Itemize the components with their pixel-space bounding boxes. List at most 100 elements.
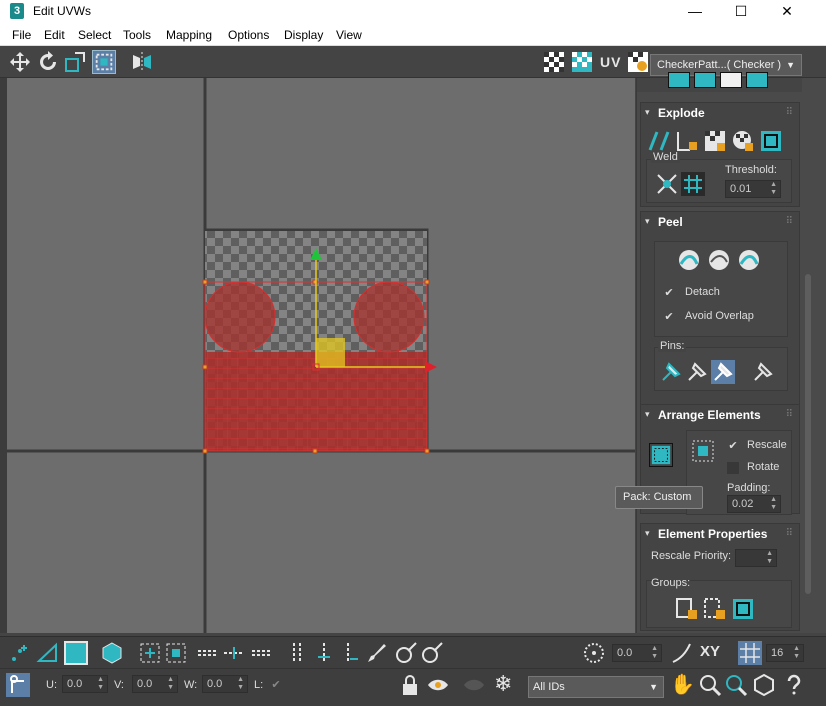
uv-shell-right-circle[interactable]: [353, 281, 425, 353]
show-map-icon[interactable]: [570, 50, 594, 74]
menu-edit[interactable]: Edit: [44, 28, 65, 42]
padding-spinner[interactable]: 0.02 ▲ ▼: [727, 495, 781, 513]
drag-handle-icon[interactable]: ⠿: [786, 528, 793, 539]
collapse-arrow-icon[interactable]: ▾: [645, 528, 650, 539]
remnant-icon-4[interactable]: [746, 72, 768, 88]
v-spinner[interactable]: 0.0 ▲ ▼: [132, 675, 178, 693]
menu-display[interactable]: Display: [284, 28, 323, 42]
pin-icon[interactable]: [659, 360, 683, 384]
close-button[interactable]: ✕: [764, 0, 810, 24]
reset-peel-icon[interactable]: [737, 248, 761, 272]
checker-display-icon[interactable]: [542, 50, 566, 74]
spinner-arrows-icon[interactable]: ▲ ▼: [97, 676, 104, 692]
peel-title[interactable]: Peel: [658, 215, 683, 229]
quick-peel-icon[interactable]: [677, 248, 701, 272]
uv-canvas[interactable]: [7, 78, 635, 633]
detach-checkbox[interactable]: ✔: [663, 287, 675, 299]
spinner-arrows-icon[interactable]: ▲ ▼: [770, 181, 777, 197]
grow-loop-icon[interactable]: [222, 641, 246, 665]
drag-handle-icon[interactable]: ⠿: [786, 216, 793, 227]
move-icon[interactable]: [8, 50, 32, 74]
pan-icon[interactable]: ✋: [670, 672, 695, 697]
paint-select-shrink-icon[interactable]: [420, 641, 444, 665]
drag-handle-icon[interactable]: ⠿: [786, 107, 793, 118]
grid-snap-icon[interactable]: [738, 641, 762, 665]
target-weld-icon[interactable]: [681, 172, 705, 196]
pack-normalize-icon[interactable]: [649, 443, 673, 467]
grow-ring-icon[interactable]: [312, 641, 336, 665]
zoom-icon[interactable]: [698, 673, 722, 697]
threshold-spinner[interactable]: 0.01 ▲ ▼: [725, 180, 781, 198]
spinner-arrows-icon[interactable]: ▲ ▼: [167, 676, 174, 692]
menu-mapping[interactable]: Mapping: [166, 28, 212, 42]
uv-shell-left-circle[interactable]: [204, 281, 276, 353]
select-face-icon[interactable]: [64, 641, 88, 665]
grow-selection-icon[interactable]: [138, 641, 162, 665]
spinner-arrows-icon[interactable]: ▲ ▼: [770, 496, 777, 512]
select-element-icon[interactable]: [100, 641, 124, 665]
avoid-overlap-checkbox[interactable]: ✔: [663, 311, 675, 323]
spinner-arrows-icon[interactable]: ▲ ▼: [651, 645, 658, 661]
angle-spinner[interactable]: 0.0 ▲ ▼: [612, 644, 662, 662]
select-vertex-icon[interactable]: [8, 641, 32, 665]
shrink-selection-icon[interactable]: [164, 641, 188, 665]
edge-loop-icon[interactable]: [196, 641, 220, 665]
flatten-by-smoothing-icon[interactable]: [703, 129, 727, 153]
menu-select[interactable]: Select: [78, 28, 111, 42]
freeze-icon[interactable]: ❄: [494, 671, 512, 697]
scale-icon[interactable]: [63, 50, 87, 74]
select-edge-icon[interactable]: [36, 641, 60, 665]
ids-dropdown[interactable]: All IDs ▼: [528, 676, 664, 698]
group-selected-icon[interactable]: [675, 597, 699, 621]
break-icon[interactable]: [647, 129, 671, 153]
shrink-loop-icon[interactable]: [250, 641, 274, 665]
minimize-button[interactable]: —: [672, 0, 718, 24]
xy-label[interactable]: XY: [700, 643, 720, 660]
maximize-button[interactable]: ☐: [718, 0, 764, 24]
menu-view[interactable]: View: [336, 28, 362, 42]
select-group-icon[interactable]: [731, 597, 755, 621]
rescale-priority-spinner[interactable]: ▲ ▼: [735, 549, 777, 567]
ungroup-selected-icon[interactable]: [703, 597, 727, 621]
lock-icon[interactable]: [398, 673, 422, 697]
select-pins-icon[interactable]: [751, 360, 775, 384]
absolute-offset-icon[interactable]: [6, 673, 30, 697]
paint-select-icon[interactable]: [364, 641, 388, 665]
uv-viewport[interactable]: [7, 78, 635, 633]
grid-spinner[interactable]: 16 ▲ ▼: [766, 644, 804, 662]
remnant-icon-3[interactable]: [720, 72, 742, 88]
gizmo-x-arrow[interactable]: [425, 361, 437, 373]
shrink-ring-icon[interactable]: [338, 641, 362, 665]
spinner-arrows-icon[interactable]: ▲ ▼: [766, 550, 773, 566]
spinner-arrows-icon[interactable]: ▲ ▼: [793, 645, 800, 661]
menu-options[interactable]: Options: [228, 28, 269, 42]
collapse-arrow-icon[interactable]: ▾: [645, 216, 650, 227]
rescale-checkbox[interactable]: ✔: [727, 440, 739, 452]
u-spinner[interactable]: 0.0 ▲ ▼: [62, 675, 108, 693]
auto-pin-icon[interactable]: [711, 360, 735, 384]
help-icon[interactable]: [782, 673, 806, 697]
remnant-icon-1[interactable]: [668, 72, 690, 88]
spinner-arrows-icon[interactable]: ▲ ▼: [237, 676, 244, 692]
l-checkbox[interactable]: ✔: [270, 679, 282, 691]
remnant-icon-2[interactable]: [694, 72, 716, 88]
zoom-extents-icon[interactable]: [752, 673, 776, 697]
split-edge-icon[interactable]: [675, 129, 699, 153]
drag-handle-icon[interactable]: ⠿: [786, 409, 793, 420]
settings-icon[interactable]: [626, 50, 650, 74]
collapse-arrow-icon[interactable]: ▾: [645, 107, 650, 118]
unhide-icon[interactable]: [462, 673, 486, 697]
peel-mode-icon[interactable]: [707, 248, 731, 272]
weld-selected-icon[interactable]: [655, 172, 679, 196]
soft-selection-icon[interactable]: [670, 641, 694, 665]
hide-icon[interactable]: [426, 673, 450, 697]
arrange-title[interactable]: Arrange Elements: [658, 408, 761, 422]
panel-scrollbar[interactable]: [805, 274, 811, 594]
pack-together-icon[interactable]: [691, 439, 715, 463]
unpin-icon[interactable]: [685, 360, 709, 384]
flatten-by-material-icon[interactable]: [731, 129, 755, 153]
menu-file[interactable]: File: [12, 28, 31, 42]
mirror-icon[interactable]: [130, 50, 154, 74]
rotate-icon[interactable]: [36, 50, 60, 74]
menu-tools[interactable]: Tools: [123, 28, 151, 42]
